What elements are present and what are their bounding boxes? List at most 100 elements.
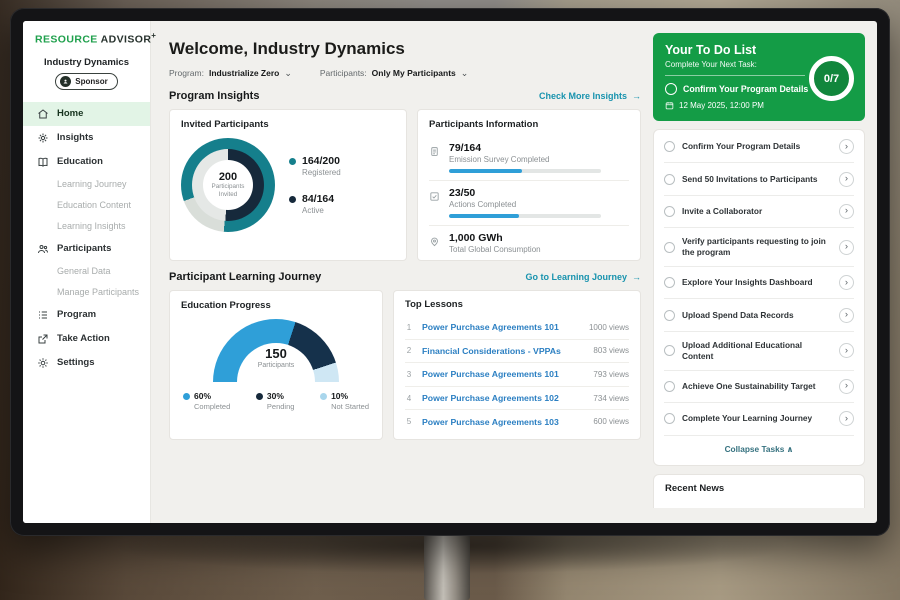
task-checkbox-icon[interactable] xyxy=(664,242,675,253)
sidebar-item-manage-participants[interactable]: Manage Participants xyxy=(23,282,150,303)
lesson-row: 2 Financial Considerations - VPPAs 803 v… xyxy=(405,340,629,364)
go-to-learning-journey-link[interactable]: Go to Learning Journey → xyxy=(525,272,641,282)
lesson-rank: 1 xyxy=(405,323,413,332)
task-row[interactable]: Upload Spend Data Records › xyxy=(664,299,854,331)
collapse-tasks-label: Collapse Tasks xyxy=(725,444,785,454)
sidebar-item-label: Insights xyxy=(57,132,93,143)
task-label: Upload Spend Data Records xyxy=(682,310,832,321)
task-row[interactable]: Achieve One Sustainability Target › xyxy=(664,371,854,403)
lesson-rank: 4 xyxy=(405,394,413,403)
invited-donut: 200 Participants Invited xyxy=(181,138,275,232)
chevron-right-icon[interactable]: › xyxy=(839,240,854,255)
sidebar-item-participants[interactable]: Participants xyxy=(23,237,150,261)
program-dropdown[interactable]: Program: Industrialize Zero ⌄ xyxy=(169,68,292,78)
task-checkbox-icon[interactable] xyxy=(664,345,675,356)
go-to-learning-journey-label: Go to Learning Journey xyxy=(525,272,627,282)
task-checkbox-icon[interactable] xyxy=(664,174,675,185)
sidebar-item-insights[interactable]: Insights xyxy=(23,126,150,150)
todo-next-task[interactable]: Confirm Your Program Details xyxy=(665,83,815,95)
task-checkbox-icon[interactable] xyxy=(664,277,675,288)
todo-task-list: Confirm Your Program Details › Send 50 I… xyxy=(653,129,865,466)
legend-registered: 164/200 Registered xyxy=(289,155,341,177)
task-checkbox-icon[interactable] xyxy=(664,141,675,152)
task-checkbox-icon[interactable] xyxy=(664,206,675,217)
sidebar-item-settings[interactable]: Settings xyxy=(23,351,150,375)
lesson-views: 793 views xyxy=(593,370,629,379)
chevron-right-icon[interactable]: › xyxy=(839,411,854,426)
program-insights-header: Program Insights Check More Insights → xyxy=(169,90,641,102)
lesson-row: 3 Power Purchase Agreements 101 793 view… xyxy=(405,363,629,387)
task-checkbox-icon[interactable] xyxy=(664,381,675,392)
todo-due-date: 12 May 2025, 12:00 PM xyxy=(665,101,853,110)
chevron-right-icon[interactable]: › xyxy=(839,204,854,219)
participants-dropdown[interactable]: Participants: Only My Participants ⌄ xyxy=(320,68,468,78)
pending-pct: 30% xyxy=(267,391,284,401)
top-lessons-card: Top Lessons 1 Power Purchase Agreements … xyxy=(393,290,641,440)
insights-cards-row: Invited Participants 200 Participants In… xyxy=(169,109,641,261)
org-name: Industry Dynamics xyxy=(23,57,150,68)
clipboard-icon xyxy=(429,144,440,155)
lesson-row: 5 Power Purchase Agreements 103 600 view… xyxy=(405,410,629,433)
home-icon xyxy=(37,108,49,120)
actions-progress-bar xyxy=(449,214,601,218)
sidebar-item-program[interactable]: Program xyxy=(23,303,150,327)
lesson-link[interactable]: Financial Considerations - VPPAs xyxy=(422,346,584,356)
sidebar-item-general-data[interactable]: General Data xyxy=(23,261,150,282)
sidebar-item-learning-journey[interactable]: Learning Journey xyxy=(23,174,150,195)
survey-label: Emission Survey Completed xyxy=(449,155,601,164)
sidebar-item-take-action[interactable]: Take Action xyxy=(23,327,150,351)
task-row[interactable]: Send 50 Invitations to Participants › xyxy=(664,163,854,195)
sidebar-subitem-label: General Data xyxy=(57,266,111,276)
sidebar-item-home[interactable]: Home xyxy=(23,102,150,126)
collapse-tasks-link[interactable]: Collapse Tasks ∧ xyxy=(664,436,854,463)
education-progress-card: Education Progress 150 Participants 60 xyxy=(169,290,383,440)
sidebar-item-label: Take Action xyxy=(57,333,110,344)
education-legend: 60% Completed 30% Pending 10% Not Starte… xyxy=(181,391,371,411)
sidebar-item-education-content[interactable]: Education Content xyxy=(23,195,150,216)
chevron-right-icon[interactable]: › xyxy=(839,343,854,358)
chevron-right-icon[interactable]: › xyxy=(839,275,854,290)
task-label: Invite a Collaborator xyxy=(682,206,832,217)
active-value: 84/164 xyxy=(302,193,334,205)
lesson-rank: 5 xyxy=(405,417,413,426)
lesson-link[interactable]: Power Purchase Agreements 101 xyxy=(422,322,580,332)
task-row[interactable]: Complete Your Learning Journey › xyxy=(664,403,854,435)
lesson-link[interactable]: Power Purchase Agreements 102 xyxy=(422,393,584,403)
arrow-right-icon: → xyxy=(632,91,641,101)
task-row[interactable]: Explore Your Insights Dashboard › xyxy=(664,267,854,299)
sidebar-item-education[interactable]: Education xyxy=(23,150,150,174)
lesson-link[interactable]: Power Purchase Agreements 103 xyxy=(422,417,584,427)
task-row[interactable]: Confirm Your Program Details › xyxy=(664,131,854,163)
recent-news-header[interactable]: Recent News xyxy=(653,474,865,508)
screen: RESOURCE ADVISOR+ Industry Dynamics Spon… xyxy=(23,21,877,523)
not-started-pct: 10% xyxy=(331,391,348,401)
sidebar-item-learning-insights[interactable]: Learning Insights xyxy=(23,216,150,237)
registered-value: 164/200 xyxy=(302,155,341,167)
task-checkbox-icon[interactable] xyxy=(665,83,677,95)
check-more-insights-link[interactable]: Check More Insights → xyxy=(539,91,641,101)
invited-legend: 164/200 Registered 84/164 Active xyxy=(289,155,341,215)
chevron-down-icon: ⌄ xyxy=(461,69,469,78)
task-checkbox-icon[interactable] xyxy=(664,413,675,424)
lesson-link[interactable]: Power Purchase Agreements 101 xyxy=(422,369,584,379)
task-row[interactable]: Upload Additional Educational Content › xyxy=(664,332,854,371)
task-checkbox-icon[interactable] xyxy=(664,310,675,321)
task-row[interactable]: Invite a Collaborator › xyxy=(664,196,854,228)
task-row[interactable]: Verify participants requesting to join t… xyxy=(664,228,854,267)
todo-title: Your To Do List xyxy=(665,43,853,57)
chevron-right-icon[interactable]: › xyxy=(839,139,854,154)
lesson-row: 1 Power Purchase Agreements 101 1000 vie… xyxy=(405,316,629,340)
sponsor-badge[interactable]: Sponsor xyxy=(55,73,117,90)
teal-dot-icon xyxy=(289,158,296,165)
education-card-title: Education Progress xyxy=(181,300,371,311)
app-logo: RESOURCE ADVISOR+ xyxy=(23,31,150,46)
main-content: Welcome, Industry Dynamics Program: Indu… xyxy=(151,21,653,523)
chevron-right-icon[interactable]: › xyxy=(839,379,854,394)
chevron-right-icon[interactable]: › xyxy=(839,308,854,323)
sponsor-person-icon xyxy=(60,76,71,87)
chevron-right-icon[interactable]: › xyxy=(839,172,854,187)
navy-dot-icon xyxy=(289,196,296,203)
top-lessons-title: Top Lessons xyxy=(405,299,629,310)
task-label: Upload Additional Educational Content xyxy=(682,340,832,362)
check-square-icon xyxy=(429,189,440,200)
